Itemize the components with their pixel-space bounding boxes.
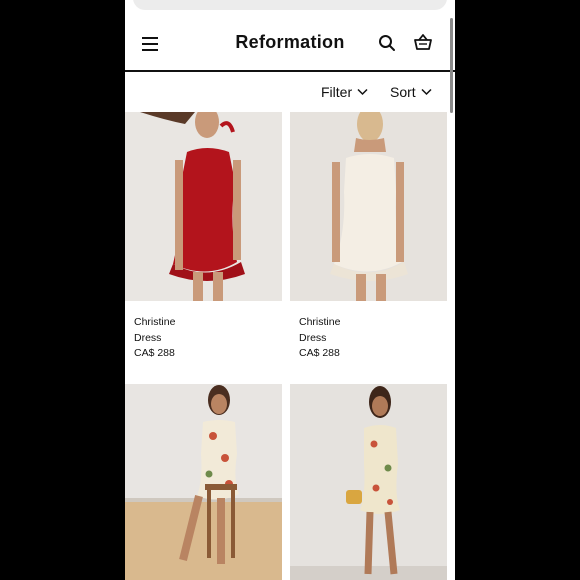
mobile-viewport: Reformation Filter Sort Christine Dress … [125, 0, 455, 580]
product-info: Christine Dress CA$ 288 [299, 315, 369, 362]
product-photo[interactable] [125, 112, 282, 301]
product-photo[interactable] [290, 112, 447, 301]
scrollbar[interactable] [450, 18, 453, 113]
listing-toolbar: Filter Sort [125, 72, 455, 112]
product-name[interactable]: Christine Dress [299, 315, 369, 346]
shopping-bag-icon[interactable] [413, 33, 433, 51]
filter-label: Filter [321, 84, 353, 100]
sort-button[interactable]: Sort [390, 84, 432, 100]
product-price: CA$ 288 [299, 347, 340, 359]
product-photo[interactable] [125, 384, 282, 580]
site-header: Reformation [125, 18, 455, 72]
sort-label: Sort [390, 84, 416, 100]
search-icon[interactable] [378, 34, 396, 52]
product-name[interactable]: Christine Dress [134, 315, 204, 346]
browser-url-bar[interactable] [133, 0, 447, 10]
product-price: CA$ 288 [134, 347, 175, 359]
chevron-down-icon [357, 88, 368, 96]
filter-button[interactable]: Filter [321, 84, 368, 100]
chevron-down-icon [421, 88, 432, 96]
brand-logo[interactable]: Reformation [125, 32, 455, 53]
hamburger-menu-icon[interactable] [142, 37, 158, 51]
product-info: Christine Dress CA$ 288 [134, 315, 204, 362]
product-photo[interactable] [290, 384, 447, 580]
